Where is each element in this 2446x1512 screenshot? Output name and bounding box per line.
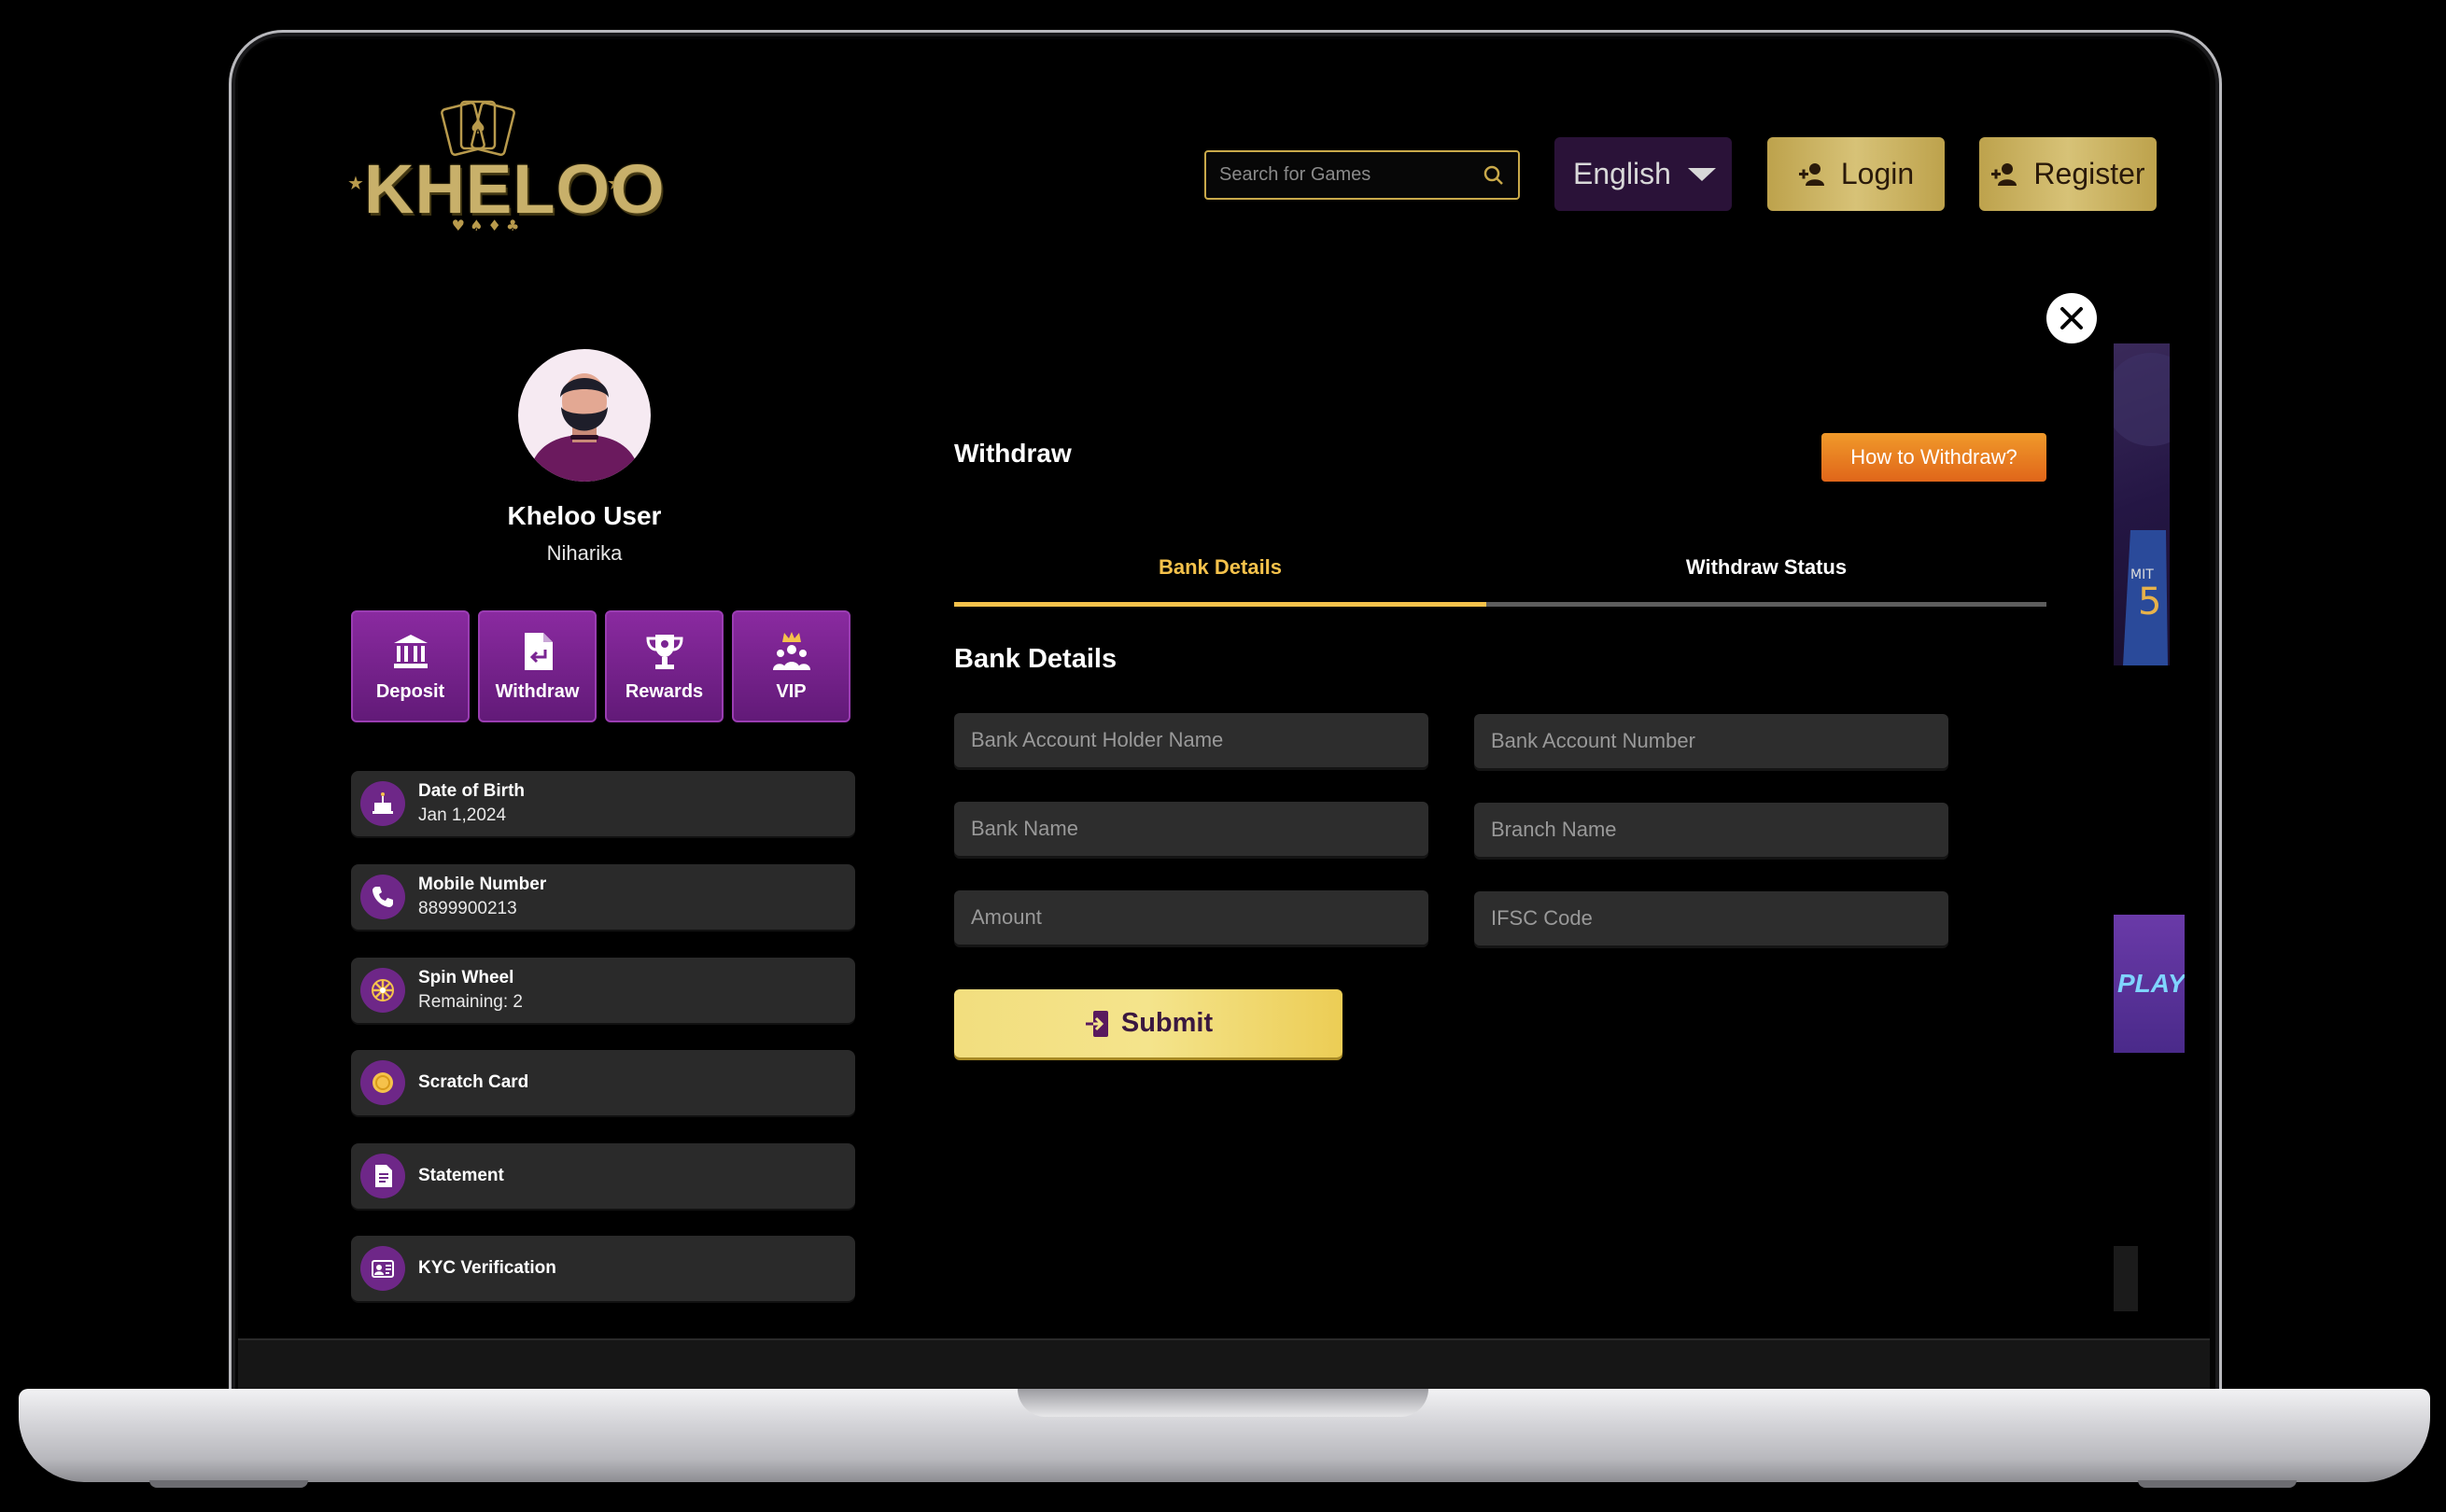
chevron-down-icon xyxy=(1687,167,1716,181)
info-row-value: Jan 1,2024 xyxy=(418,805,507,825)
avatar xyxy=(518,349,651,482)
login-button[interactable]: Login xyxy=(1767,137,1945,211)
register-label: Register xyxy=(2033,157,2145,190)
submit-label: Submit xyxy=(1120,1008,1214,1038)
bank-icon xyxy=(393,634,428,668)
branch-name-field[interactable] xyxy=(1474,803,1948,857)
side-banner-bottom[interactable] xyxy=(2114,1246,2138,1311)
close-button[interactable] xyxy=(2046,293,2097,343)
vip-crown-icon xyxy=(772,631,810,670)
profile-name: Kheloo User xyxy=(507,501,662,530)
side-banner-play[interactable]: PLAY xyxy=(2114,915,2185,1053)
side-banner-top[interactable]: 5 MIT xyxy=(2114,343,2170,665)
spin-wheel-icon xyxy=(360,968,405,1013)
info-row-date-of-birth[interactable]: Date of Birth Jan 1,2024 xyxy=(351,771,855,836)
ifsc-code-field[interactable] xyxy=(1474,891,1948,945)
how-to-withdraw-button[interactable]: How to Withdraw? xyxy=(1821,433,2046,482)
withdraw-label: Withdraw xyxy=(495,680,580,702)
laptop-foot-left xyxy=(149,1480,308,1488)
submit-button[interactable]: Submit xyxy=(954,989,1342,1057)
laptop-notch xyxy=(1018,1389,1428,1417)
withdraw-button[interactable]: Withdraw xyxy=(478,610,597,722)
language-label: English xyxy=(1573,157,1671,190)
info-row-value: Remaining: 2 xyxy=(418,992,523,1012)
user-plus-icon xyxy=(1991,162,2017,186)
player-banner-image: 5 MIT xyxy=(2114,353,2170,665)
close-icon xyxy=(2060,307,2083,329)
user-plus-icon xyxy=(1798,162,1824,186)
tab-bank-details[interactable]: Bank Details xyxy=(954,555,1486,607)
info-row-scratch-card[interactable]: Scratch Card xyxy=(351,1050,855,1115)
vip-button[interactable]: VIP xyxy=(732,610,850,722)
bank-name-field[interactable] xyxy=(954,802,1428,856)
rewards-label: Rewards xyxy=(625,680,704,702)
id-card-icon xyxy=(360,1246,405,1291)
tab-withdraw-status[interactable]: Withdraw Status xyxy=(1486,555,2046,607)
info-row-title: Date of Birth xyxy=(418,781,525,801)
info-row-title: Scratch Card xyxy=(418,1072,529,1092)
info-row-title: KYC Verification xyxy=(418,1258,556,1278)
trophy-icon xyxy=(645,634,683,669)
bearded-man-avatar-icon xyxy=(527,373,641,482)
svg-text:MIT: MIT xyxy=(2130,567,2154,582)
cake-icon xyxy=(360,781,405,826)
deposit-label: Deposit xyxy=(375,680,445,702)
search-icon[interactable] xyxy=(1483,164,1505,187)
login-arrow-icon xyxy=(1085,1010,1108,1037)
deposit-button[interactable]: Deposit xyxy=(351,610,470,722)
coin-icon xyxy=(360,1060,405,1105)
info-row-spin-wheel[interactable]: Spin Wheel Remaining: 2 xyxy=(351,958,855,1023)
withdraw-title: Withdraw xyxy=(954,439,1072,468)
info-row-title: Statement xyxy=(418,1166,504,1185)
login-label: Login xyxy=(1840,157,1915,190)
info-row-title: Spin Wheel xyxy=(418,968,514,987)
svg-text:★: ★ xyxy=(347,172,364,194)
svg-text:♠: ♠ xyxy=(469,116,487,139)
phone-icon xyxy=(360,875,405,919)
play-banner-text: PLAY xyxy=(2117,969,2185,998)
account-number-field[interactable] xyxy=(1474,714,1948,768)
info-row-value: 8899900213 xyxy=(418,899,517,918)
info-row-title: Mobile Number xyxy=(418,875,547,894)
logo-text: KHELOO xyxy=(364,150,666,228)
register-button[interactable]: Register xyxy=(1979,137,2157,211)
document-icon xyxy=(360,1154,405,1198)
rewards-button[interactable]: Rewards xyxy=(605,610,724,722)
info-row-kyc-verification[interactable]: KYC Verification xyxy=(351,1236,855,1301)
withdraw-doc-icon xyxy=(524,632,553,670)
screen-bezel-bottom xyxy=(238,1338,2210,1391)
vip-label: VIP xyxy=(776,680,807,702)
account-holder-name-field[interactable] xyxy=(954,713,1428,767)
language-select[interactable]: English xyxy=(1554,137,1732,211)
search-box[interactable] xyxy=(1204,150,1520,200)
kheloo-logo[interactable]: ♠ ★ ★ ♥ ♠ ♦ ♣ KHELOO xyxy=(336,98,665,238)
svg-text:5: 5 xyxy=(2138,581,2161,623)
section-title: Bank Details xyxy=(954,644,1118,674)
info-row-mobile-number[interactable]: Mobile Number 8899900213 xyxy=(351,864,855,930)
profile-username: Niharika xyxy=(546,541,623,565)
info-row-statement[interactable]: Statement xyxy=(351,1143,855,1209)
laptop-foot-right xyxy=(2138,1480,2297,1488)
search-input[interactable] xyxy=(1219,164,1483,186)
amount-field[interactable] xyxy=(954,890,1428,945)
